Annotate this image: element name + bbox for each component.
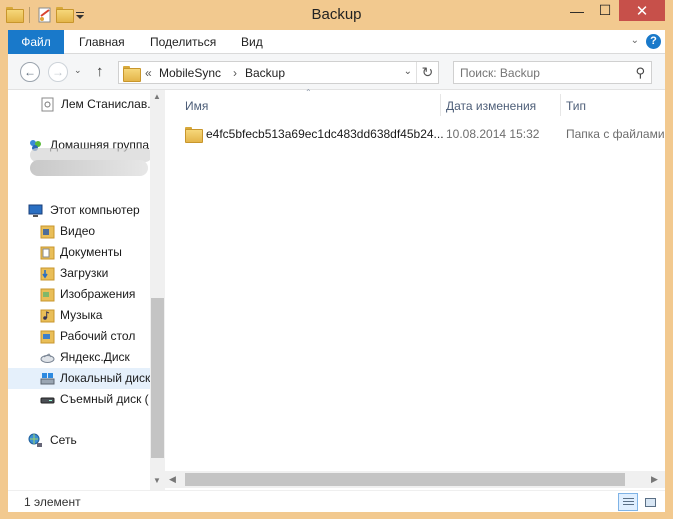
address-dropdown-icon[interactable]: ⌄ [404,66,412,77]
document-icon [40,97,55,112]
horizontal-scrollbar[interactable]: ◀ ▶ [165,471,665,488]
recent-locations-button[interactable]: ⌄ [74,65,82,76]
pictures-folder-icon [40,287,55,302]
title-bar: Backup — ☐ ✕ [0,0,673,30]
sort-ascending-icon: ⌃ [305,88,312,97]
breadcrumb-mobilesync[interactable]: MobileSync [159,66,221,80]
scroll-left-icon[interactable]: ◀ [169,474,176,485]
documents-folder-icon [40,245,55,260]
tab-share[interactable]: Поделиться [150,30,216,54]
column-header-date[interactable]: Дата изменения [446,96,536,116]
row-date: 10.08.2014 15:32 [446,127,540,141]
sidebar-item-label: Видео [60,224,96,238]
scroll-down-icon[interactable]: ▼ [153,476,161,485]
video-folder-icon [40,224,55,239]
sidebar-item-label: Изображения [60,287,136,301]
details-view-icon [623,498,634,507]
tab-file[interactable]: Файл [8,30,64,54]
expand-ribbon-icon[interactable]: ⌄ [631,35,639,46]
folder-icon [185,127,203,143]
explorer-window: Backup — ☐ ✕ Файл Главная Поделиться Вид… [0,0,673,519]
redacted-item [30,160,148,176]
sidebar-item-label: Локальный диск [60,371,151,385]
details-view-button[interactable] [618,493,638,511]
scroll-up-icon[interactable]: ▲ [153,92,161,101]
sidebar-scroll-thumb[interactable] [151,298,164,458]
file-list: ⌃ Имя Дата изменения Тип e4fc5bfecb513a6… [165,88,665,490]
search-input[interactable] [460,65,620,81]
breadcrumb-overflow[interactable]: « [145,66,152,80]
address-bar[interactable]: « MobileSync › Backup ⌄ ↻ [118,61,439,84]
scroll-right-icon[interactable]: ▶ [651,474,658,485]
removable-disk-icon [40,392,55,407]
minimize-button[interactable]: — [563,0,591,21]
yandex-disk-icon [40,350,55,365]
column-divider[interactable] [560,94,561,116]
navigation-pane: Лем Станислав. Домашняя группа Этот комп… [8,90,165,490]
sidebar-item-label: Сеть [50,433,77,447]
up-button[interactable]: ↑ [96,63,104,80]
tab-home[interactable]: Главная [79,30,125,54]
refresh-button[interactable]: ↻ [416,62,438,83]
forward-button[interactable]: → [48,62,68,82]
large-icons-view-icon [645,498,656,507]
status-bar: 1 элемент [8,490,665,512]
back-button[interactable]: ← [20,62,40,82]
item-count: 1 элемент [24,495,81,509]
main-area: Лем Станислав. Домашняя группа Этот комп… [8,88,665,490]
sidebar-item-label: Этот компьютер [50,203,140,217]
row-name: e4fc5bfecb513a69ec1dc483dd638df45b24... [206,127,444,141]
horizontal-scroll-thumb[interactable] [185,473,625,486]
tab-view[interactable]: Вид [241,30,263,54]
breadcrumb-backup[interactable]: Backup [245,66,285,80]
search-box[interactable]: ⚲ [453,61,652,84]
sidebar-item-label: Яндекс.Диск [60,350,130,364]
sidebar-item-label: Загрузки [60,266,109,280]
sidebar-item-label: Рабочий стол [60,329,136,343]
help-icon[interactable]: ? [646,34,661,49]
close-button[interactable]: ✕ [619,0,665,21]
downloads-folder-icon [40,266,55,281]
local-disk-icon [40,371,55,386]
column-header-name[interactable]: Имя [185,96,208,116]
desktop-folder-icon [40,329,55,344]
sidebar-item-local-disk[interactable]: Локальный диск [8,368,150,389]
navigation-bar: ← → ⌄ ↑ « MobileSync › Backup ⌄ ↻ ⚲ [8,54,665,90]
sidebar-item-label: Документы [60,245,122,259]
folder-icon [123,66,141,82]
ribbon-tabs: Файл Главная Поделиться Вид ⌄ ? [8,30,665,54]
sidebar-item-label: Съемный диск ( [60,392,149,406]
music-folder-icon [40,308,55,323]
breadcrumb-separator[interactable]: › [233,66,237,80]
row-type: Папка с файлами [566,127,665,141]
maximize-button[interactable]: ☐ [591,0,619,21]
column-header-type[interactable]: Тип [566,96,586,116]
sidebar-item-label: Музыка [60,308,103,322]
sidebar-item-label: Лем Станислав. [61,97,151,111]
network-icon [28,433,43,448]
sidebar-scrollbar[interactable]: ▲ ▼ [150,90,165,490]
search-icon[interactable]: ⚲ [635,65,645,81]
computer-icon [28,203,43,218]
column-divider[interactable] [440,94,441,116]
window-controls: — ☐ ✕ [563,0,665,22]
large-icons-view-button[interactable] [640,493,660,511]
